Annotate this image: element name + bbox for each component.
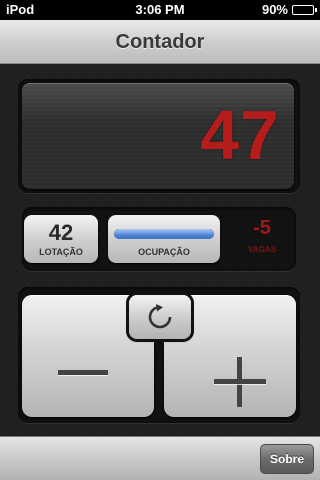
count-value: 47 xyxy=(200,96,280,174)
sobre-button[interactable]: Sobre xyxy=(260,444,314,474)
lotacao-label: LOTAÇÃO xyxy=(39,247,83,257)
page-title: Contador xyxy=(115,31,205,53)
minus-icon xyxy=(58,370,108,376)
battery-percent: 90% xyxy=(261,2,288,17)
count-display: 47 xyxy=(22,83,294,189)
plus-icon xyxy=(214,357,266,407)
stats-strip: 42 LOTAÇÃO OCUPAÇÃO -5 VAGAS xyxy=(22,207,296,271)
vagas-value: -5 xyxy=(253,217,271,239)
vagas-indicator: -5 VAGAS xyxy=(234,217,290,261)
battery-icon xyxy=(292,5,317,15)
ocupacao-tile: OCUPAÇÃO xyxy=(108,215,220,263)
ocupacao-progress-bar xyxy=(114,229,214,239)
button-panel xyxy=(18,287,300,423)
bottom-toolbar: Sobre xyxy=(0,436,320,480)
vagas-label: VAGAS xyxy=(248,245,276,254)
refresh-icon xyxy=(148,304,172,329)
lotacao-value: 42 xyxy=(48,220,74,245)
ocupacao-label: OCUPAÇÃO xyxy=(138,247,190,257)
ocupacao-progress-fill xyxy=(114,229,214,239)
lotacao-tile[interactable]: 42 LOTAÇÃO xyxy=(24,215,98,263)
status-bar: iPod 3:06 PM 90% xyxy=(0,0,320,20)
navigation-bar: Contador xyxy=(0,20,320,64)
reset-button[interactable] xyxy=(129,295,191,339)
